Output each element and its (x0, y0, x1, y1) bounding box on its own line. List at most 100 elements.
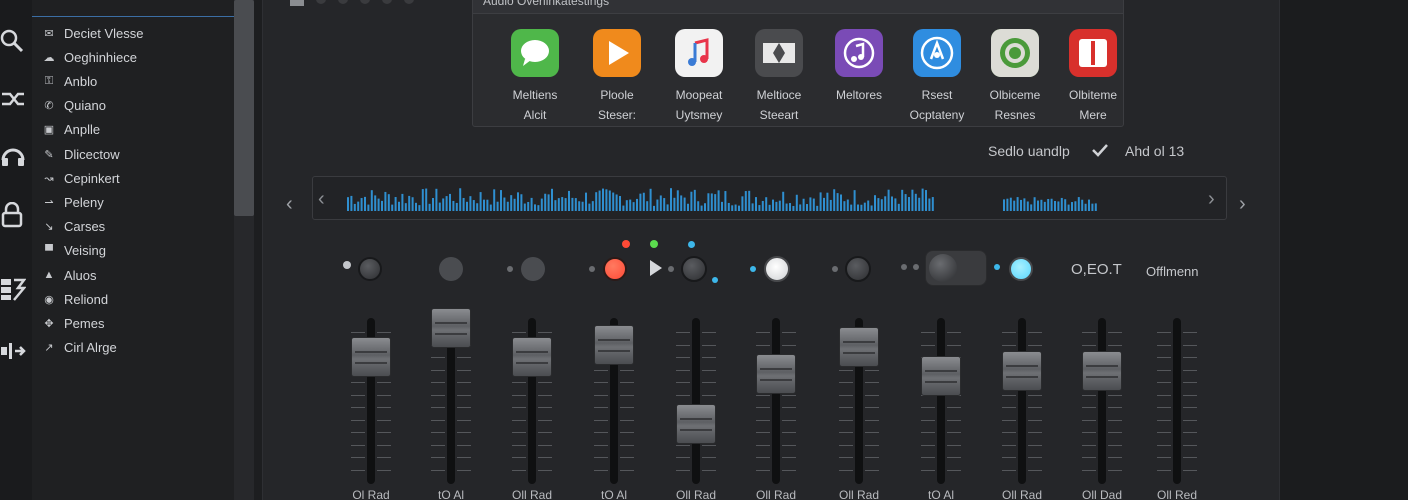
next-arrow-icon[interactable]: › (1239, 193, 1246, 216)
fader-tick (538, 457, 552, 458)
check-icon[interactable] (1090, 140, 1110, 163)
fader-cap[interactable] (431, 308, 471, 348)
fader-tick (702, 369, 716, 371)
toggle-switch[interactable] (925, 250, 987, 286)
fader-tick (839, 457, 853, 458)
fader-tick (457, 457, 471, 458)
padlock-icon[interactable] (0, 201, 26, 228)
app-tile[interactable]: Meltores (819, 29, 899, 125)
window-dot-icon[interactable] (404, 0, 414, 4)
sidebar-item[interactable]: ✆ Quiano (42, 96, 106, 116)
channel-fader[interactable] (1082, 318, 1122, 484)
app-tile[interactable]: Meltioce Steeart (739, 29, 819, 125)
app-tile[interactable]: Meltiens Alcit (495, 29, 575, 125)
control-knob[interactable] (681, 256, 707, 282)
sidebar-item[interactable]: ✎ Dlicectow (42, 144, 119, 164)
sidebar-item[interactable]: ⚿ Anblo (42, 71, 97, 91)
control-knob[interactable] (358, 257, 382, 281)
fader-cap[interactable] (756, 353, 796, 394)
fader-cap[interactable] (351, 336, 391, 377)
window-dot-icon[interactable] (382, 0, 392, 4)
fader-tick (1183, 432, 1197, 433)
headphones-icon[interactable] (0, 142, 26, 168)
window-dot-icon[interactable] (360, 0, 370, 4)
app-tile[interactable]: Rsest Ocptateny (897, 29, 977, 125)
sidebar-item[interactable]: ▲ Aluos (42, 265, 97, 285)
channel-fader[interactable] (431, 308, 471, 484)
fader-tick (756, 444, 770, 446)
channel-fader[interactable] (1002, 318, 1042, 484)
play-icon[interactable] (650, 260, 662, 276)
app-tile[interactable]: Ploole Steser: (577, 29, 657, 125)
channel-fader[interactable] (351, 318, 391, 484)
fader-tick (676, 357, 690, 358)
prev-arrow-icon[interactable]: ‹ (286, 193, 293, 216)
window-dot-icon[interactable] (338, 0, 348, 4)
fader-tick (1183, 457, 1197, 458)
sidebar-item[interactable]: ☁ Oeghinhiece (42, 47, 138, 67)
fader-tick (457, 432, 471, 433)
fader-tick (756, 344, 770, 346)
sidebar-divider (32, 16, 236, 17)
scrollbar-thumb[interactable] (234, 0, 254, 216)
control-knob[interactable] (1009, 257, 1033, 281)
channel-fader[interactable] (1157, 318, 1197, 484)
app-tile[interactable]: Olbiteme Mere (1053, 29, 1133, 125)
app-tile[interactable]: Moopeat Uytsmey (659, 29, 739, 125)
window-square-icon[interactable] (290, 0, 304, 6)
channel-fader[interactable] (756, 318, 796, 484)
fader-tick (921, 407, 935, 408)
app-label: Meltioce Steeart (756, 88, 802, 122)
control-knob[interactable] (845, 256, 871, 282)
fader-tick (756, 457, 770, 458)
channel-fader[interactable] (839, 318, 879, 484)
app-tile[interactable]: Olbiceme Resnes (975, 29, 1055, 125)
sidebar-scrollbar[interactable] (234, 0, 254, 500)
fader-cap[interactable] (512, 336, 552, 377)
sidebar-item[interactable]: ▣ Anplle (42, 120, 100, 140)
fader-cap[interactable] (594, 324, 634, 365)
check-icon: ↘ (44, 221, 54, 234)
sidebar-item[interactable]: ↝ Cepinkert (42, 168, 119, 188)
sidebar-item[interactable]: ◉ Reliond (42, 289, 108, 309)
fader-tick (351, 444, 365, 446)
record-knob[interactable] (603, 257, 627, 281)
control-knob[interactable] (764, 256, 790, 282)
fader-tick (1002, 394, 1016, 396)
sidebar-item[interactable]: ▀ Veising (42, 241, 106, 261)
sidebar-item[interactable]: ↗ Cirl Alrge (42, 338, 116, 358)
fader-cap[interactable] (839, 327, 879, 368)
fader-cap[interactable] (676, 404, 716, 444)
search-icon[interactable] (0, 28, 26, 54)
channel-fader[interactable] (676, 318, 716, 484)
sidebar-item-label: Oeghinhiece (64, 49, 137, 65)
split-icon[interactable] (0, 338, 26, 364)
fader-tick (377, 469, 391, 471)
shuffle-icon[interactable] (0, 86, 26, 112)
dash-arrow-icon: ⇀ (44, 196, 54, 209)
channel-fader[interactable] (512, 318, 552, 484)
fader-tick (921, 444, 935, 446)
fader-tick (865, 444, 879, 446)
indicator-dot (507, 266, 513, 272)
channel-fader[interactable] (594, 318, 634, 484)
window-dot-icon[interactable] (316, 0, 326, 4)
fader-tick (538, 432, 552, 433)
control-knob[interactable] (439, 257, 463, 281)
fader-cap[interactable] (1082, 351, 1122, 392)
sidebar-item[interactable]: ✥ Pemes (42, 313, 104, 333)
grid-icon[interactable] (0, 276, 27, 302)
right-inner-arrow-icon[interactable]: › (1208, 188, 1215, 211)
left-inner-arrow-icon[interactable]: ‹ (318, 188, 325, 211)
sidebar-item[interactable]: ↘ Carses (42, 217, 105, 237)
channel-fader[interactable] (921, 318, 961, 484)
right-gutter (1280, 0, 1408, 500)
fader-tick (756, 419, 770, 421)
sidebar-item[interactable]: ✉ Deciet Vlesse (42, 23, 143, 43)
fader-cap[interactable] (921, 356, 961, 396)
fader-tick (594, 407, 608, 408)
fader-cap[interactable] (1002, 351, 1042, 392)
waveform-strip[interactable] (312, 176, 1227, 220)
control-knob[interactable] (521, 257, 545, 281)
sidebar-item[interactable]: ⇀ Peleny (42, 192, 103, 212)
